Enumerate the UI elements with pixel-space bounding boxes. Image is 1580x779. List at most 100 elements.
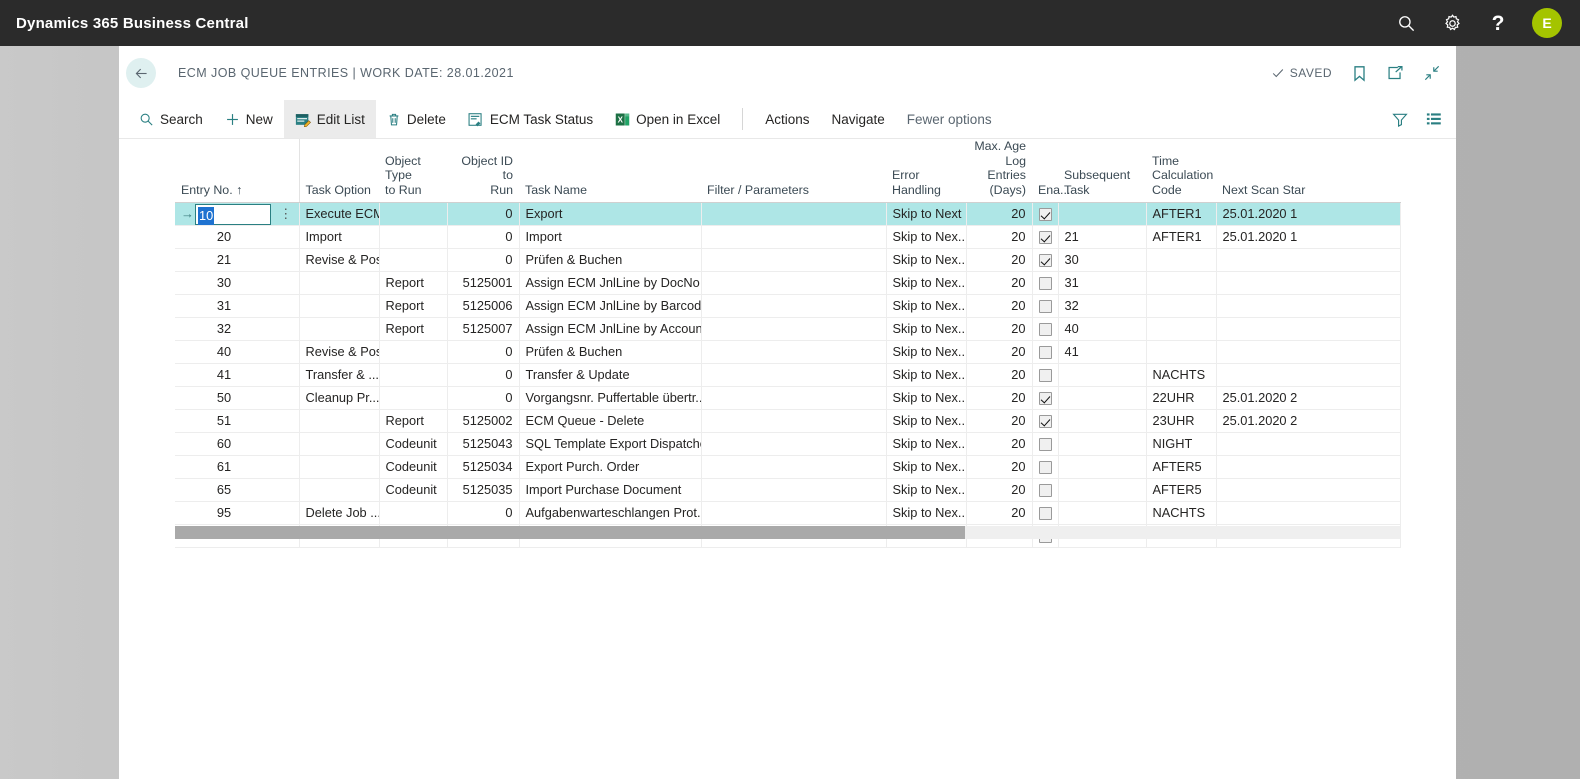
cell-rowmenu[interactable] xyxy=(273,432,300,457)
cell-rowmenu[interactable] xyxy=(273,248,300,273)
cell-task_option[interactable]: Import xyxy=(299,225,380,250)
enabled-checkbox[interactable] xyxy=(1038,323,1052,337)
cell-rowmenu[interactable] xyxy=(273,340,300,365)
column-header-subsequent[interactable]: Subsequent Task xyxy=(1058,139,1146,203)
cell-object_type[interactable]: Report xyxy=(379,294,448,319)
column-header-filter_params[interactable]: Filter / Parameters xyxy=(701,139,886,203)
cell-entry_no[interactable]: → 10 xyxy=(175,202,273,227)
cell-task_name[interactable]: SQL Template Export Dispatcher xyxy=(519,432,702,457)
column-header-entry_no[interactable]: Entry No. ↑ xyxy=(175,139,273,203)
cell-time_calc[interactable]: NACHTS xyxy=(1146,363,1217,388)
cell-enabled[interactable] xyxy=(1032,340,1059,365)
collapse-icon[interactable] xyxy=(1424,65,1440,81)
cell-error_handling[interactable]: Skip to Nex... xyxy=(886,225,967,250)
enabled-checkbox[interactable] xyxy=(1038,277,1052,291)
cell-subsequent[interactable]: 32 xyxy=(1058,294,1147,319)
cell-entry_no[interactable]: 20 xyxy=(175,225,273,250)
cell-time_calc[interactable]: AFTER5 xyxy=(1146,455,1217,480)
cell-enabled[interactable] xyxy=(1032,409,1059,434)
table-row[interactable]: 21 Revise & Post 0 Prüfen & Buchen Skip to N… xyxy=(175,248,1401,273)
cell-rowmenu[interactable] xyxy=(273,317,300,342)
cell-error_handling[interactable]: Skip to Nex... xyxy=(886,409,967,434)
cell-object_id[interactable]: 5125006 xyxy=(447,294,520,319)
cell-task_name[interactable]: Vorgangsnr. Puffertable übertr... xyxy=(519,386,702,411)
enabled-checkbox[interactable] xyxy=(1038,484,1052,498)
cell-time_calc[interactable]: AFTER1 xyxy=(1146,202,1217,227)
cell-task_option[interactable]: Execute ECM xyxy=(299,202,380,227)
cell-time_calc[interactable] xyxy=(1146,317,1217,342)
cell-entry_no[interactable]: 65 xyxy=(175,478,273,503)
cell-enabled[interactable] xyxy=(1032,501,1059,526)
cell-filter_params[interactable] xyxy=(701,317,887,342)
cell-object_id[interactable]: 5125001 xyxy=(447,271,520,296)
cell-next_scan[interactable]: 25.01.2020 1 xyxy=(1216,225,1401,250)
back-button[interactable] xyxy=(126,58,156,88)
cell-subsequent[interactable]: 31 xyxy=(1058,271,1147,296)
cell-rowmenu[interactable] xyxy=(273,409,300,434)
cell-error_handling[interactable]: Skip to Nex... xyxy=(886,271,967,296)
table-row[interactable]: 41 Transfer & ... 0 Transfer & Update Skip t… xyxy=(175,363,1401,388)
cell-enabled[interactable] xyxy=(1032,432,1059,457)
enabled-checkbox[interactable] xyxy=(1038,346,1052,360)
cell-task_name[interactable]: Export xyxy=(519,202,702,227)
cell-task_option[interactable] xyxy=(299,478,380,503)
enabled-checkbox[interactable] xyxy=(1038,231,1052,245)
cell-task_option[interactable] xyxy=(299,432,380,457)
cell-entry_no[interactable]: 21 xyxy=(175,248,273,273)
cell-error_handling[interactable]: Skip to Next F xyxy=(886,202,967,227)
cell-subsequent[interactable] xyxy=(1058,432,1147,457)
cell-time_calc[interactable] xyxy=(1146,248,1217,273)
cell-next_scan[interactable]: 25.01.2020 1 xyxy=(1216,202,1401,227)
cell-rowmenu[interactable] xyxy=(273,363,300,388)
cell-entry_no[interactable]: 41 xyxy=(175,363,273,388)
cell-object_id[interactable]: 5125035 xyxy=(447,478,520,503)
enabled-checkbox[interactable] xyxy=(1038,254,1052,268)
cell-max_age[interactable]: 20 xyxy=(966,225,1033,250)
row-menu-icon[interactable]: ⋮ xyxy=(279,207,292,220)
cell-task_name[interactable]: Import xyxy=(519,225,702,250)
cell-object_id[interactable]: 0 xyxy=(447,340,520,365)
cell-filter_params[interactable] xyxy=(701,248,887,273)
delete-button[interactable]: Delete xyxy=(376,100,457,138)
fewer-options-button[interactable]: Fewer options xyxy=(896,100,1003,138)
cell-max_age[interactable]: 20 xyxy=(966,409,1033,434)
cell-next_scan[interactable] xyxy=(1216,317,1401,342)
cell-next_scan[interactable]: 25.01.2020 2 xyxy=(1216,386,1401,411)
enabled-checkbox[interactable] xyxy=(1038,300,1052,314)
cell-filter_params[interactable] xyxy=(701,271,887,296)
table-row[interactable]: 65 Codeunit 5125035 Import Purchase Documen… xyxy=(175,478,1401,503)
avatar[interactable]: E xyxy=(1532,8,1562,38)
cell-error_handling[interactable]: Skip to Nex... xyxy=(886,432,967,457)
cell-object_type[interactable] xyxy=(379,340,448,365)
column-header-object_type[interactable]: Object Type to Run xyxy=(379,139,447,203)
cell-entry_no[interactable]: 95 xyxy=(175,501,273,526)
cell-time_calc[interactable]: 22UHR xyxy=(1146,386,1217,411)
cell-rowmenu[interactable] xyxy=(273,294,300,319)
cell-task_option[interactable]: Transfer & ... xyxy=(299,363,380,388)
cell-subsequent[interactable] xyxy=(1058,202,1147,227)
cell-max_age[interactable]: 20 xyxy=(966,202,1033,227)
cell-object_type[interactable]: Report xyxy=(379,317,448,342)
scrollbar-thumb[interactable] xyxy=(175,526,965,540)
cell-time_calc[interactable] xyxy=(1146,294,1217,319)
cell-enabled[interactable] xyxy=(1032,363,1059,388)
cell-object_type[interactable]: Codeunit xyxy=(379,478,448,503)
cell-filter_params[interactable] xyxy=(701,409,887,434)
cell-max_age[interactable]: 20 xyxy=(966,271,1033,296)
cell-subsequent[interactable] xyxy=(1058,455,1147,480)
cell-subsequent[interactable]: 21 xyxy=(1058,225,1147,250)
filter-icon[interactable] xyxy=(1392,112,1408,127)
cell-enabled[interactable] xyxy=(1032,202,1059,227)
new-button[interactable]: New xyxy=(214,100,284,138)
cell-task_option[interactable] xyxy=(299,455,380,480)
cell-subsequent[interactable] xyxy=(1058,386,1147,411)
enabled-checkbox[interactable] xyxy=(1038,415,1052,429)
table-row[interactable]: 60 Codeunit 5125043 SQL Template Export Dis… xyxy=(175,432,1401,457)
ecm-task-status-button[interactable]: ECM Task Status xyxy=(457,100,604,138)
table-row[interactable]: 30 Report 5125001 Assign ECM JnlLine by Doc… xyxy=(175,271,1401,296)
cell-entry_no[interactable]: 50 xyxy=(175,386,273,411)
cell-max_age[interactable]: 20 xyxy=(966,478,1033,503)
cell-object_id[interactable]: 0 xyxy=(447,202,520,227)
cell-task_option[interactable] xyxy=(299,409,380,434)
cell-max_age[interactable]: 20 xyxy=(966,432,1033,457)
